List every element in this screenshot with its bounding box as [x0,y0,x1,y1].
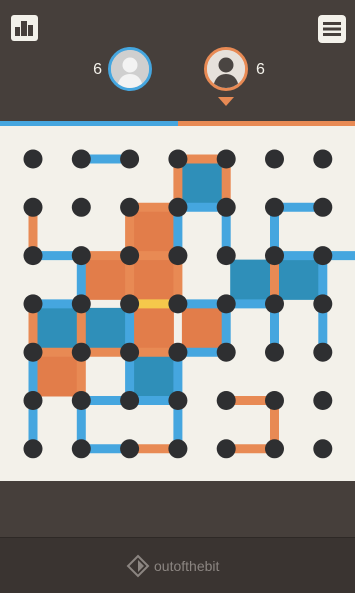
board-dot[interactable] [24,391,43,410]
board-dot[interactable] [313,246,332,265]
board-dot[interactable] [265,294,284,313]
blue-player-avatar[interactable] [108,47,152,91]
board-dot[interactable] [120,198,139,217]
blue-captured-box [279,260,319,300]
board-dot[interactable] [313,198,332,217]
board-dot[interactable] [24,294,43,313]
board-dot[interactable] [217,343,236,362]
hamburger-icon [318,15,346,43]
blue-player-score: 6 [86,60,102,80]
user-silhouette-icon [207,50,245,88]
orange-player-score: 6 [256,60,265,80]
board-dot[interactable] [168,150,187,169]
board-dot[interactable] [120,294,139,313]
outofthebit-logo-icon [126,554,150,578]
board-dot[interactable] [72,439,91,458]
board-dot[interactable] [24,150,43,169]
board-dot[interactable] [120,391,139,410]
board-dot[interactable] [168,391,187,410]
orange-captured-box [182,308,222,348]
board-dot[interactable] [265,150,284,169]
board-dot[interactable] [168,439,187,458]
board-dot[interactable] [168,294,187,313]
top-bar: 6 6 [0,0,355,121]
board-dot[interactable] [217,391,236,410]
blue-captured-box [230,260,270,300]
board-dot[interactable] [217,246,236,265]
board-dot[interactable] [72,343,91,362]
blue-captured-box [134,356,174,396]
board-dot[interactable] [72,294,91,313]
board-dot[interactable] [120,439,139,458]
board-dot[interactable] [24,246,43,265]
board-dot[interactable] [24,439,43,458]
blue-captured-box [85,308,125,348]
board-dot[interactable] [265,198,284,217]
board-dot[interactable] [24,198,43,217]
board-dot[interactable] [72,391,91,410]
blue-captured-box [182,163,222,203]
board-dot[interactable] [24,343,43,362]
board-dot[interactable] [72,198,91,217]
orange-captured-box [37,356,77,396]
orange-captured-box [134,211,174,251]
menu-button[interactable] [318,15,346,43]
brand-name: outofthebit [154,558,219,574]
board-dot[interactable] [217,150,236,169]
board-dot[interactable] [168,343,187,362]
board-dot[interactable] [313,294,332,313]
board-dot[interactable] [72,150,91,169]
board-dot[interactable] [72,246,91,265]
board-dot[interactable] [265,343,284,362]
game-board[interactable] [0,126,355,481]
board-dot[interactable] [313,343,332,362]
board-dot[interactable] [217,439,236,458]
board-dot[interactable] [265,439,284,458]
board-dot[interactable] [313,439,332,458]
board-dot[interactable] [120,150,139,169]
orange-captured-box [134,260,174,300]
board-dot[interactable] [265,246,284,265]
footer: outofthebit [0,537,355,593]
current-turn-indicator [218,97,234,106]
board-grid[interactable] [0,126,355,481]
orange-captured-box [85,260,125,300]
board-dot[interactable] [120,246,139,265]
board-dot[interactable] [168,198,187,217]
board-dot[interactable] [120,343,139,362]
board-dot[interactable] [313,391,332,410]
board-dot[interactable] [217,294,236,313]
podium-icon [11,15,38,41]
brand-logo: outofthebit [126,554,219,578]
board-dot[interactable] [265,391,284,410]
blue-captured-box [37,308,77,348]
board-dot[interactable] [217,198,236,217]
orange-player-avatar[interactable] [204,47,248,91]
orange-captured-box [134,308,174,348]
leaderboard-button[interactable] [11,15,38,41]
user-silhouette-icon [111,50,149,88]
board-dot[interactable] [168,246,187,265]
board-dot[interactable] [313,150,332,169]
